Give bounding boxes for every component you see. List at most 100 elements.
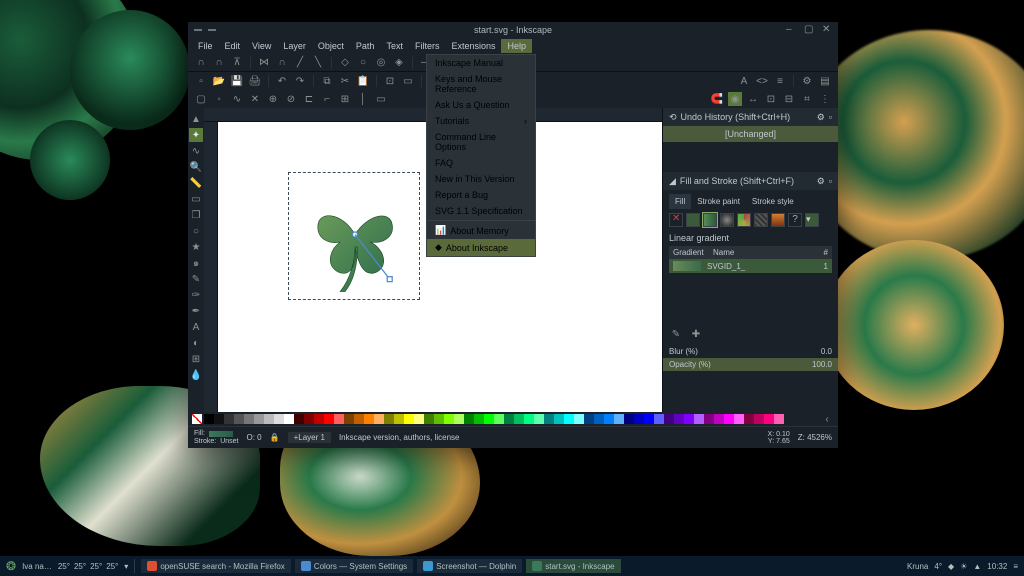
help-new[interactable]: New in This Version bbox=[427, 171, 535, 187]
paint-swatch[interactable] bbox=[771, 213, 785, 227]
paint-flat[interactable] bbox=[686, 213, 700, 227]
snap-edge-icon[interactable]: ⊏ bbox=[302, 92, 316, 106]
palette-swatch[interactable] bbox=[284, 414, 294, 424]
zoom-field[interactable]: Z: 4526% bbox=[798, 433, 832, 442]
gradient-tool[interactable]: ◐ bbox=[189, 336, 203, 350]
help-about-inkscape[interactable]: ◆About Inkscape bbox=[427, 239, 535, 256]
palette-menu-icon[interactable]: ‹ bbox=[820, 412, 834, 426]
ruler-vertical[interactable] bbox=[204, 122, 218, 412]
snap-bbox-icon[interactable]: ▢ bbox=[194, 92, 208, 106]
clock[interactable]: 10:32 bbox=[987, 562, 1007, 571]
palette-swatch[interactable] bbox=[564, 414, 574, 424]
tray-widget-icon[interactable]: ▾ bbox=[124, 562, 128, 571]
snap-opt2-icon[interactable]: ⊡ bbox=[764, 92, 778, 106]
network-icon[interactable]: ▲ bbox=[973, 562, 981, 571]
help-cli[interactable]: Command Line Options bbox=[427, 129, 535, 155]
status-fill-stroke[interactable]: Fill: Stroke:Unset bbox=[194, 430, 238, 445]
palette-swatch[interactable] bbox=[314, 414, 324, 424]
layer-selector[interactable]: +Layer 1 bbox=[288, 432, 331, 443]
palette-swatch[interactable] bbox=[684, 414, 694, 424]
maximize-button[interactable]: ▢ bbox=[804, 25, 814, 35]
palette-swatch[interactable] bbox=[724, 414, 734, 424]
align-dist-icon[interactable]: ≡ bbox=[773, 74, 787, 88]
snap-intersect-icon[interactable]: ✕ bbox=[248, 92, 262, 106]
snap-toggle-icon[interactable]: 🧲 bbox=[710, 92, 724, 106]
save-icon[interactable]: 💾 bbox=[230, 74, 244, 88]
dropper-tool[interactable]: 💧 bbox=[189, 368, 203, 382]
palette-swatch[interactable] bbox=[484, 414, 494, 424]
palette-swatch[interactable] bbox=[384, 414, 394, 424]
tab-stroke-paint[interactable]: Stroke paint bbox=[691, 194, 746, 209]
palette-swatch[interactable] bbox=[424, 414, 434, 424]
fill-stroke-header[interactable]: ◢ Fill and Stroke (Shift+Ctrl+F) ⚙ ▫ bbox=[663, 172, 838, 190]
show-desktop-icon[interactable]: ≡ bbox=[1013, 562, 1018, 571]
palette-swatch[interactable] bbox=[524, 414, 534, 424]
snap-guide-icon[interactable]: │ bbox=[356, 92, 370, 106]
palette-swatch[interactable] bbox=[394, 414, 404, 424]
palette-swatch[interactable] bbox=[344, 414, 354, 424]
menu-view[interactable]: View bbox=[246, 39, 277, 53]
paint-linear-gradient[interactable] bbox=[703, 213, 717, 227]
spiral-tool[interactable]: ๑ bbox=[189, 256, 203, 270]
pencil-tool[interactable]: ✎ bbox=[189, 272, 203, 286]
gradient-edit-icon[interactable]: ✎ bbox=[669, 327, 683, 341]
node-delete-icon[interactable]: ∩ bbox=[212, 56, 226, 70]
palette-swatch[interactable] bbox=[364, 414, 374, 424]
palette-none[interactable] bbox=[192, 414, 202, 424]
palette-swatch[interactable] bbox=[504, 414, 514, 424]
palette-swatch[interactable] bbox=[604, 414, 614, 424]
palette-swatch[interactable] bbox=[754, 414, 764, 424]
palette-swatch[interactable] bbox=[244, 414, 254, 424]
weather-icon[interactable]: ☀ bbox=[960, 562, 967, 571]
menu-path[interactable]: Path bbox=[350, 39, 381, 53]
bezier-tool[interactable]: ✑ bbox=[189, 288, 203, 302]
node-join-seg-icon[interactable]: ∩ bbox=[275, 56, 289, 70]
snap-opt5-icon[interactable]: ⋮ bbox=[818, 92, 832, 106]
paste-icon[interactable]: 📋 bbox=[356, 74, 370, 88]
paint-radial-gradient[interactable] bbox=[720, 213, 734, 227]
node-cusp-icon[interactable]: ◇ bbox=[338, 56, 352, 70]
paint-unknown[interactable]: ? bbox=[788, 213, 802, 227]
paint-none[interactable] bbox=[669, 213, 683, 227]
gradient-new-icon[interactable]: ✚ bbox=[689, 327, 703, 341]
taskbar-user[interactable]: Iva na… bbox=[22, 562, 52, 571]
panel-close-icon[interactable]: ▫ bbox=[829, 176, 832, 186]
palette-swatch[interactable] bbox=[494, 414, 504, 424]
paint-pattern[interactable] bbox=[754, 213, 768, 227]
text-align-icon[interactable]: A bbox=[737, 74, 751, 88]
palette-swatch[interactable] bbox=[644, 414, 654, 424]
snap-enabled-icon[interactable]: ◉ bbox=[728, 92, 742, 106]
rect-tool[interactable]: ▭ bbox=[189, 192, 203, 206]
taskbar-task[interactable]: start.svg - Inkscape bbox=[526, 559, 620, 573]
snap-opt1-icon[interactable]: ↔ bbox=[746, 92, 760, 106]
print-icon[interactable]: 🖨 bbox=[248, 74, 262, 88]
snap-node-icon[interactable]: ◦ bbox=[212, 92, 226, 106]
minimize-button[interactable]: – bbox=[786, 25, 796, 35]
palette-swatch[interactable] bbox=[664, 414, 674, 424]
palette-swatch[interactable] bbox=[734, 414, 744, 424]
palette-swatch[interactable] bbox=[534, 414, 544, 424]
palette-swatch[interactable] bbox=[764, 414, 774, 424]
menu-edit[interactable]: Edit bbox=[219, 39, 247, 53]
cpu-temps[interactable]: 25°25°25°25° bbox=[58, 562, 118, 571]
snap-opt3-icon[interactable]: ⊟ bbox=[782, 92, 796, 106]
palette-swatch[interactable] bbox=[514, 414, 524, 424]
palette-swatch[interactable] bbox=[454, 414, 464, 424]
palette-swatch[interactable] bbox=[694, 414, 704, 424]
taskbar-task[interactable]: openSUSE search - Mozilla Firefox bbox=[141, 559, 291, 573]
palette-swatch[interactable] bbox=[544, 414, 554, 424]
gradient-row[interactable]: SVGID_1_ 1 bbox=[669, 259, 832, 273]
menu-text[interactable]: Text bbox=[380, 39, 409, 53]
node-insert-icon[interactable]: ∩ bbox=[194, 56, 208, 70]
cut-icon[interactable]: ✂ bbox=[338, 74, 352, 88]
text-tool[interactable]: A bbox=[189, 320, 203, 334]
menu-file[interactable]: File bbox=[192, 39, 219, 53]
help-ask[interactable]: Ask Us a Question bbox=[427, 97, 535, 113]
palette-swatch[interactable] bbox=[444, 414, 454, 424]
3dbox-tool[interactable]: ❐ bbox=[189, 208, 203, 222]
help-svg-spec[interactable]: SVG 1.1 Specification bbox=[427, 203, 535, 219]
copy-icon[interactable]: ⧉ bbox=[320, 74, 334, 88]
palette-swatch[interactable] bbox=[624, 414, 634, 424]
prefs-icon[interactable]: ⚙ bbox=[800, 74, 814, 88]
palette-swatch[interactable] bbox=[744, 414, 754, 424]
